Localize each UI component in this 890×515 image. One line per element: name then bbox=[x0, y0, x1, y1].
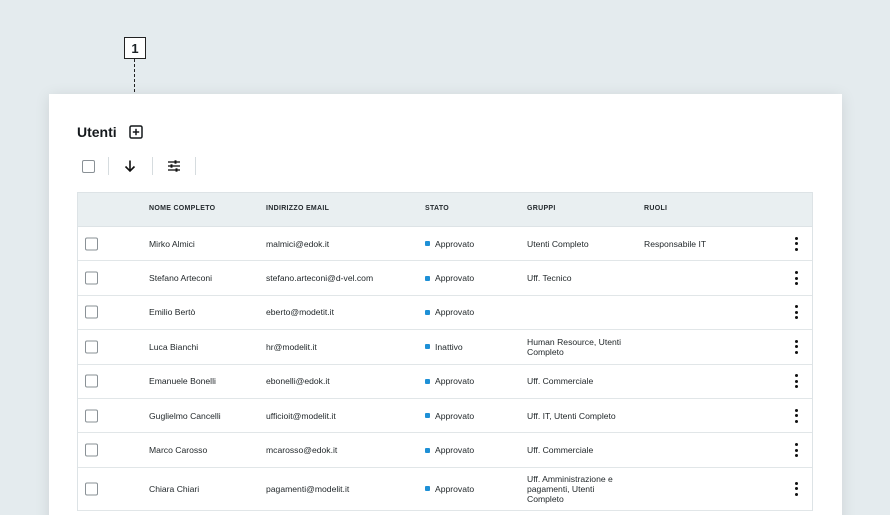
arrow-down-icon bbox=[124, 160, 136, 173]
table-row[interactable]: Stefano Arteconi stefano.arteconi@d-vel.… bbox=[78, 261, 812, 296]
cell-groups: Uff. IT, Utenti Completo bbox=[527, 410, 616, 421]
table-row[interactable]: Guglielmo Cancelli ufficioit@modelit.it … bbox=[78, 399, 812, 434]
status-label: Approvato bbox=[435, 307, 475, 318]
cell-email: stefano.arteconi@d-vel.com bbox=[266, 273, 374, 284]
page-title: Utenti bbox=[77, 124, 117, 140]
cell-name: Marco Carosso bbox=[149, 445, 208, 456]
cell-roles: Responsabile IT bbox=[644, 238, 707, 249]
cell-name: Stefano Arteconi bbox=[149, 273, 213, 284]
status-dot bbox=[425, 309, 430, 315]
cell-groups: Uff. Tecnico bbox=[527, 273, 572, 284]
table-row[interactable]: Emilio Bertò eberto@modetit.it Approvato bbox=[78, 296, 812, 331]
row-checkbox[interactable] bbox=[85, 305, 98, 319]
status-label: Approvato bbox=[435, 445, 475, 456]
row-checkbox[interactable] bbox=[85, 374, 98, 388]
users-panel: Utenti NOME COMPLETO INDIRIZZO EMAIL STA… bbox=[49, 94, 842, 515]
cell-groups: Human Resource, Utenti Completo bbox=[527, 336, 622, 357]
cell-name: Emilio Bertò bbox=[149, 307, 196, 318]
status-dot bbox=[425, 413, 430, 419]
title-row: Utenti bbox=[77, 124, 143, 140]
row-checkbox[interactable] bbox=[85, 237, 98, 251]
cell-name: Luca Bianchi bbox=[149, 341, 199, 352]
cell-status: Inattivo bbox=[425, 342, 463, 352]
column-header-status[interactable]: STATO bbox=[425, 205, 449, 212]
cell-status: Approvato bbox=[425, 445, 474, 455]
column-header-groups[interactable]: GRUPPI bbox=[527, 205, 556, 212]
more-vertical-icon[interactable] bbox=[789, 339, 803, 355]
status-label: Approvato bbox=[435, 238, 475, 249]
column-header-name[interactable]: NOME COMPLETO bbox=[149, 205, 215, 212]
cell-status: Approvato bbox=[425, 273, 474, 283]
more-vertical-icon[interactable] bbox=[789, 236, 803, 252]
users-table: NOME COMPLETO INDIRIZZO EMAIL STATO GRUP… bbox=[77, 192, 813, 511]
table-row[interactable]: Emanuele Bonelli ebonelli@edok.it Approv… bbox=[78, 365, 812, 399]
plus-square-icon[interactable] bbox=[128, 125, 143, 139]
status-dot bbox=[425, 447, 430, 453]
status-dot bbox=[425, 378, 430, 384]
column-header-email[interactable]: INDIRIZZO EMAIL bbox=[266, 205, 329, 212]
toolbar-divider bbox=[195, 157, 196, 175]
cell-email: hr@modelit.it bbox=[266, 341, 317, 352]
more-vertical-icon[interactable] bbox=[789, 304, 803, 320]
filter-button[interactable] bbox=[167, 159, 181, 173]
status-dot bbox=[425, 344, 430, 350]
cell-name: Emanuele Bonelli bbox=[149, 376, 216, 387]
select-all-checkbox[interactable] bbox=[82, 159, 95, 173]
table-header: NOME COMPLETO INDIRIZZO EMAIL STATO GRUP… bbox=[78, 193, 812, 227]
cell-groups: Utenti Completo bbox=[527, 238, 589, 249]
row-checkbox[interactable] bbox=[85, 443, 98, 457]
sliders-icon bbox=[168, 160, 180, 172]
sort-button[interactable] bbox=[123, 159, 137, 173]
table-row[interactable]: Chiara Chiari pagamenti@modelit.it Appro… bbox=[78, 468, 812, 511]
status-dot bbox=[425, 486, 430, 492]
cell-email: mcarosso@edok.it bbox=[266, 445, 338, 456]
more-vertical-icon[interactable] bbox=[789, 270, 803, 286]
status-dot bbox=[425, 275, 430, 281]
more-vertical-icon[interactable] bbox=[789, 481, 803, 497]
row-checkbox[interactable] bbox=[85, 409, 98, 423]
toolbar-divider bbox=[152, 157, 153, 175]
more-vertical-icon[interactable] bbox=[789, 442, 803, 458]
cell-status: Approvato bbox=[425, 484, 474, 494]
cell-status: Approvato bbox=[425, 411, 474, 421]
cell-groups: Uff. Amministrazione e pagamenti, Utenti… bbox=[527, 473, 613, 504]
table-row[interactable]: Luca Bianchi hr@modelit.it Inattivo Huma… bbox=[78, 330, 812, 365]
cell-status: Approvato bbox=[425, 307, 474, 317]
row-checkbox[interactable] bbox=[85, 340, 98, 354]
cell-name: Chiara Chiari bbox=[149, 483, 200, 494]
more-vertical-icon[interactable] bbox=[789, 373, 803, 389]
cell-email: malmici@edok.it bbox=[266, 238, 330, 249]
cell-status: Approvato bbox=[425, 239, 474, 249]
status-label: Approvato bbox=[435, 483, 475, 494]
row-checkbox[interactable] bbox=[85, 271, 98, 285]
status-label: Approvato bbox=[435, 376, 475, 387]
status-label: Approvato bbox=[435, 410, 475, 421]
toolbar bbox=[77, 156, 196, 176]
cell-email: pagamenti@modelit.it bbox=[266, 483, 350, 494]
more-vertical-icon[interactable] bbox=[789, 408, 803, 424]
cell-email: eberto@modetit.it bbox=[266, 307, 334, 318]
cell-groups: Uff. Commerciale bbox=[527, 376, 594, 387]
cell-email: ufficioit@modelit.it bbox=[266, 410, 336, 421]
cell-status: Approvato bbox=[425, 376, 474, 386]
cell-email: ebonelli@edok.it bbox=[266, 376, 330, 387]
status-label: Approvato bbox=[435, 273, 475, 284]
cell-name: Guglielmo Cancelli bbox=[149, 410, 221, 421]
table-body: Mirko Almici malmici@edok.it Approvato U… bbox=[78, 227, 812, 511]
table-row[interactable]: Mirko Almici malmici@edok.it Approvato U… bbox=[78, 227, 812, 262]
row-checkbox[interactable] bbox=[85, 482, 98, 496]
table-row[interactable]: Marco Carosso mcarosso@edok.it Approvato… bbox=[78, 433, 812, 468]
toolbar-divider bbox=[108, 157, 109, 175]
cell-name: Mirko Almici bbox=[149, 238, 195, 249]
callout-marker: 1 bbox=[124, 37, 146, 59]
status-dot bbox=[425, 241, 430, 247]
cell-groups: Uff. Commerciale bbox=[527, 445, 594, 456]
status-label: Inattivo bbox=[435, 341, 463, 352]
column-header-roles[interactable]: RUOLI bbox=[644, 205, 667, 212]
